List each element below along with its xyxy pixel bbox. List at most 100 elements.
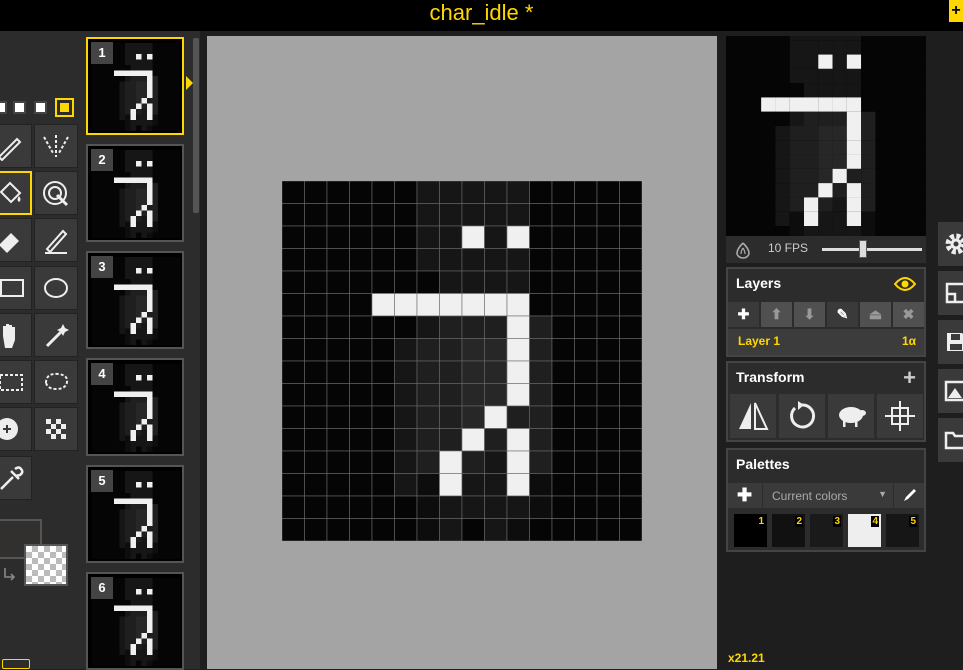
sprite-pixel[interactable] bbox=[326, 203, 350, 227]
sprite-pixel[interactable] bbox=[506, 181, 530, 204]
sprite-pixel[interactable] bbox=[506, 203, 530, 227]
sprite-pixel[interactable] bbox=[439, 270, 463, 294]
sprite-pixel[interactable] bbox=[326, 405, 350, 429]
sprite-pixel[interactable] bbox=[282, 225, 305, 249]
sprite-pixel[interactable] bbox=[371, 203, 395, 227]
sprite-pixel[interactable] bbox=[619, 360, 643, 384]
sprite-pixel[interactable] bbox=[574, 383, 598, 407]
sprite-pixel[interactable] bbox=[506, 360, 530, 384]
drawing-area[interactable] bbox=[207, 36, 717, 669]
sprite-pixel[interactable] bbox=[596, 473, 620, 497]
sprite-pixel[interactable] bbox=[574, 225, 598, 249]
sprite-pixel[interactable] bbox=[304, 270, 328, 294]
sprite-pixel[interactable] bbox=[349, 473, 373, 497]
sprite-pixel[interactable] bbox=[619, 495, 643, 519]
sprite-pixel[interactable] bbox=[596, 428, 620, 452]
sprite-pixel[interactable] bbox=[349, 495, 373, 519]
sprite-pixel[interactable] bbox=[326, 450, 350, 474]
sprite-pixel[interactable] bbox=[461, 181, 485, 204]
sprite-pixel[interactable] bbox=[461, 360, 485, 384]
keyboard-shortcuts-icon[interactable] bbox=[2, 659, 30, 669]
sprite-pixel[interactable] bbox=[574, 450, 598, 474]
sprite-pixel[interactable] bbox=[394, 405, 418, 429]
sprite-pixel[interactable] bbox=[574, 270, 598, 294]
sprite-pixel[interactable] bbox=[349, 405, 373, 429]
sprite-pixel[interactable] bbox=[619, 203, 643, 227]
sprite-pixel[interactable] bbox=[439, 225, 463, 249]
onion-skin-icon[interactable] bbox=[734, 241, 752, 259]
sprite-pixel[interactable] bbox=[551, 383, 575, 407]
sprite-pixel[interactable] bbox=[282, 473, 305, 497]
pen-size-2[interactable] bbox=[13, 101, 26, 114]
sprite-pixel[interactable] bbox=[484, 360, 508, 384]
sprite-pixel[interactable] bbox=[416, 293, 440, 317]
settings-button[interactable] bbox=[938, 222, 963, 266]
sprite-pixel[interactable] bbox=[574, 248, 598, 272]
sprite-pixel[interactable] bbox=[394, 248, 418, 272]
move-layer-up-button[interactable]: ⬆ bbox=[761, 302, 793, 327]
move-tool[interactable] bbox=[0, 313, 32, 357]
add-icon[interactable]: + bbox=[949, 0, 963, 22]
sprite-pixel[interactable] bbox=[416, 495, 440, 519]
sprite-pixel[interactable] bbox=[439, 360, 463, 384]
sprite-pixel[interactable] bbox=[551, 450, 575, 474]
sprite-pixel[interactable] bbox=[619, 293, 643, 317]
pen-tool[interactable] bbox=[0, 124, 32, 168]
resize-button[interactable] bbox=[938, 271, 963, 315]
sprite-pixel[interactable] bbox=[551, 518, 575, 542]
add-layer-button[interactable]: ✚ bbox=[728, 302, 760, 327]
sprite-pixel[interactable] bbox=[304, 181, 328, 204]
palette-swatch[interactable]: 3 bbox=[810, 514, 843, 547]
sprite-pixel[interactable] bbox=[551, 293, 575, 317]
sprite-pixel[interactable] bbox=[506, 450, 530, 474]
palette-swatch[interactable]: 5 bbox=[886, 514, 919, 547]
sprite-pixel[interactable] bbox=[461, 383, 485, 407]
sprite-pixel[interactable] bbox=[506, 518, 530, 542]
sprite-pixel[interactable] bbox=[484, 181, 508, 204]
sprite-pixel[interactable] bbox=[596, 270, 620, 294]
sprite-pixel[interactable] bbox=[551, 495, 575, 519]
sprite-pixel[interactable] bbox=[304, 495, 328, 519]
sprite-pixel[interactable] bbox=[484, 248, 508, 272]
sprite-pixel[interactable] bbox=[619, 338, 643, 362]
sprite-pixel[interactable] bbox=[619, 248, 643, 272]
sprite-pixel[interactable] bbox=[304, 293, 328, 317]
sprite-pixel[interactable] bbox=[506, 248, 530, 272]
plus-icon[interactable]: + bbox=[903, 367, 916, 389]
sprite-pixel[interactable] bbox=[461, 428, 485, 452]
sprite-pixel[interactable] bbox=[506, 383, 530, 407]
drawing-canvas[interactable] bbox=[282, 181, 642, 541]
sprite-pixel[interactable] bbox=[282, 315, 305, 339]
sprite-pixel[interactable] bbox=[394, 181, 418, 204]
sprite-pixel[interactable] bbox=[326, 473, 350, 497]
sprite-pixel[interactable] bbox=[574, 518, 598, 542]
sprite-pixel[interactable] bbox=[619, 315, 643, 339]
sprite-pixel[interactable] bbox=[484, 203, 508, 227]
sprite-pixel[interactable] bbox=[551, 360, 575, 384]
sprite-pixel[interactable] bbox=[349, 248, 373, 272]
sprite-pixel[interactable] bbox=[529, 248, 553, 272]
sprite-pixel[interactable] bbox=[619, 473, 643, 497]
sprite-pixel[interactable] bbox=[439, 248, 463, 272]
sprite-pixel[interactable] bbox=[394, 495, 418, 519]
sprite-pixel[interactable] bbox=[394, 270, 418, 294]
sprite-pixel[interactable] bbox=[619, 518, 643, 542]
sprite-pixel[interactable] bbox=[304, 450, 328, 474]
sprite-pixel[interactable] bbox=[574, 203, 598, 227]
clone-button[interactable] bbox=[828, 394, 874, 438]
sprite-pixel[interactable] bbox=[484, 383, 508, 407]
sprite-pixel[interactable] bbox=[484, 338, 508, 362]
sprite-pixel[interactable] bbox=[371, 270, 395, 294]
palette-swatch[interactable]: 2 bbox=[772, 514, 805, 547]
sprite-pixel[interactable] bbox=[596, 315, 620, 339]
sprite-pixel[interactable] bbox=[349, 338, 373, 362]
sprite-pixel[interactable] bbox=[439, 428, 463, 452]
sprite-pixel[interactable] bbox=[506, 225, 530, 249]
sprite-pixel[interactable] bbox=[529, 293, 553, 317]
sprite-pixel[interactable] bbox=[326, 270, 350, 294]
sprite-pixel[interactable] bbox=[596, 293, 620, 317]
align-center-button[interactable] bbox=[877, 394, 923, 438]
sprite-pixel[interactable] bbox=[439, 450, 463, 474]
sprite-pixel[interactable] bbox=[326, 338, 350, 362]
save-button[interactable] bbox=[938, 320, 963, 364]
